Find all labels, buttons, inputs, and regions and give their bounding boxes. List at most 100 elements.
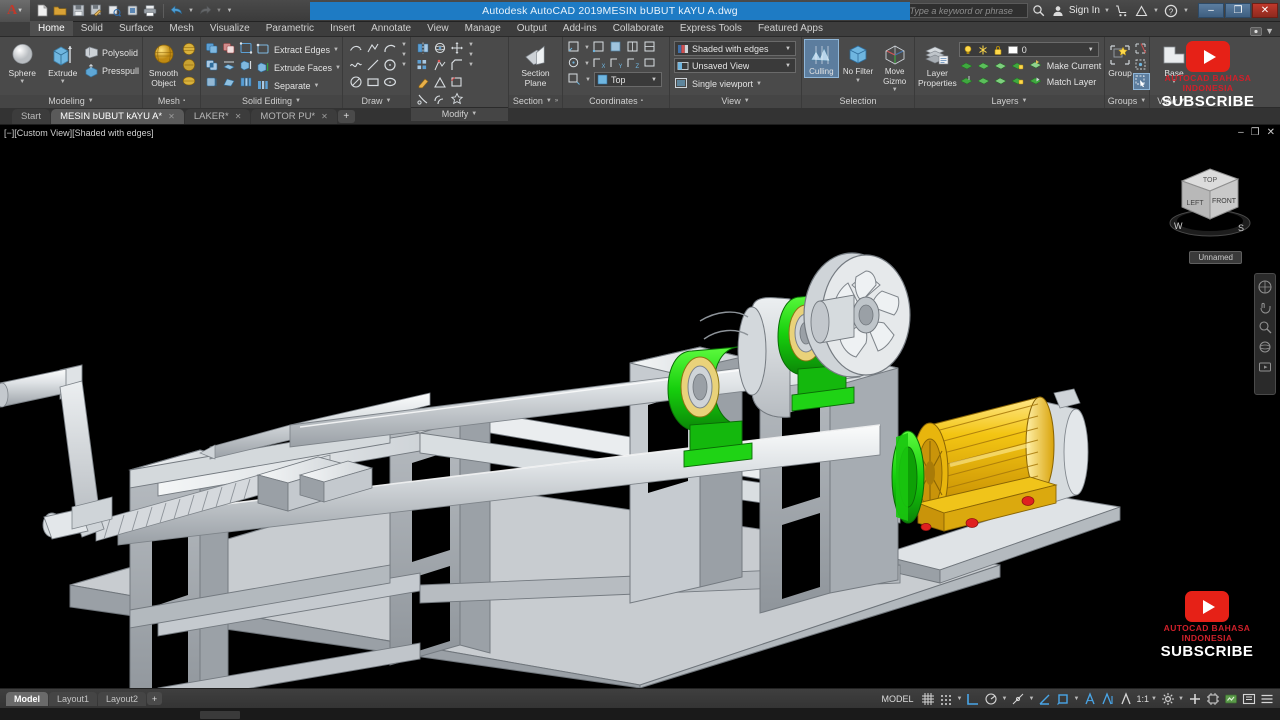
ucs-3point-icon[interactable] xyxy=(592,40,607,55)
layer-delete-icon[interactable] xyxy=(977,74,992,89)
solid-history-icon[interactable] xyxy=(205,75,220,90)
ribbon-tab-solid[interactable]: Solid xyxy=(73,21,111,36)
separate-button[interactable]: Separate ▼ xyxy=(256,77,341,94)
layer-on-icon[interactable] xyxy=(962,44,974,56)
ucs-move-origin-icon[interactable] xyxy=(567,72,582,87)
search-input[interactable]: ▶ Type a keyword or phrase xyxy=(897,3,1028,18)
chevron-down-icon[interactable]: ▼ xyxy=(215,3,223,19)
union-icon[interactable] xyxy=(205,41,220,56)
restore-button[interactable]: ❐ xyxy=(1225,3,1251,18)
account-icon[interactable] xyxy=(1050,3,1066,19)
mesh-smooth-less-icon[interactable] xyxy=(182,58,197,73)
offset-icon[interactable] xyxy=(433,92,448,107)
ribbon-minimize-control[interactable]: ▼ xyxy=(1250,26,1280,36)
make-current-button[interactable]: Make Current xyxy=(1029,58,1101,73)
match-layer-button[interactable]: Match Layer xyxy=(1029,74,1102,89)
extract-edges-button[interactable]: Extract Edges ▼ xyxy=(256,41,341,58)
chevron-down-icon[interactable]: ▼ xyxy=(401,52,407,58)
document-tab-laker[interactable]: LAKER* ✕ xyxy=(184,108,251,124)
open-icon[interactable] xyxy=(52,3,68,19)
close-icon[interactable]: ✕ xyxy=(321,112,328,121)
hardware-acceleration-icon[interactable] xyxy=(1205,691,1221,707)
layer-properties-button[interactable]: Layer Properties xyxy=(918,40,957,88)
ribbon-tab-view[interactable]: View xyxy=(419,21,457,36)
ucs-view-icon[interactable] xyxy=(643,40,658,55)
chevron-down-icon[interactable]: ▼ xyxy=(1028,696,1035,702)
layer-select[interactable]: 0 ▼ xyxy=(958,42,1099,57)
customize-quick-access-icon[interactable]: ▼ xyxy=(225,3,234,19)
layer-freeze-tool-icon[interactable] xyxy=(994,59,1009,74)
autodesk-a360-icon[interactable] xyxy=(1133,3,1149,19)
taskbar-item[interactable] xyxy=(200,711,240,719)
chevron-down-icon[interactable]: ▼ xyxy=(401,42,407,48)
ribbon-tab-parametric[interactable]: Parametric xyxy=(258,21,322,36)
ribbon-tab-output[interactable]: Output xyxy=(509,21,555,36)
ribbon-tab-add-ins[interactable]: Add-ins xyxy=(555,21,605,36)
move-gizmo-button[interactable]: Move Gizmo ▼ xyxy=(878,40,911,93)
smooth-object-button[interactable]: Smooth Object xyxy=(146,40,181,88)
panel-title-mesh[interactable]: Mesh ▪ xyxy=(143,95,200,108)
panel-dialog-launcher-icon[interactable]: ▪ xyxy=(641,95,643,108)
graphics-performance-icon[interactable] xyxy=(1223,691,1239,707)
close-button[interactable]: ✕ xyxy=(1252,3,1278,18)
slice-icon[interactable] xyxy=(222,58,237,73)
layer-change-icon[interactable] xyxy=(994,74,1009,89)
chevron-down-icon[interactable]: ▼ xyxy=(956,696,963,702)
new-layout-button[interactable]: + xyxy=(147,692,163,705)
chevron-down-icon[interactable]: ▼ xyxy=(1182,3,1190,19)
panel-title-coordinates[interactable]: Coordinates ▪ xyxy=(563,95,669,108)
ribbon-tab-insert[interactable]: Insert xyxy=(322,21,363,36)
chevron-down-icon[interactable]: ▼ xyxy=(1151,696,1158,702)
layout-tab-layout2[interactable]: Layout2 xyxy=(98,691,147,706)
ribbon-tab-featured-apps[interactable]: Featured Apps xyxy=(750,21,831,36)
rectangle-icon[interactable] xyxy=(366,75,381,90)
polyline-icon[interactable] xyxy=(349,41,364,56)
viewcube-named-view[interactable]: Unnamed xyxy=(1189,251,1242,264)
layer-isolate-icon[interactable] xyxy=(960,59,975,74)
orbit-icon[interactable] xyxy=(1258,340,1272,354)
ribbon-tab-mesh[interactable]: Mesh xyxy=(161,21,201,36)
chevron-down-icon[interactable]: ▼ xyxy=(585,77,591,83)
sphere-button[interactable]: Sphere ▼ xyxy=(3,40,41,85)
3d-array-icon[interactable] xyxy=(416,58,431,73)
plot-device-icon[interactable] xyxy=(124,3,140,19)
showmotion-icon[interactable] xyxy=(1258,360,1272,374)
3d-move-icon[interactable] xyxy=(450,41,465,56)
chevron-down-icon[interactable]: ▼ xyxy=(1152,3,1160,19)
ucs-icon[interactable] xyxy=(1055,691,1071,707)
intersect-icon[interactable] xyxy=(205,58,220,73)
layer-lock-icon[interactable] xyxy=(992,44,1004,56)
chevron-down-icon[interactable]: ▼ xyxy=(756,81,762,87)
panel-title-section[interactable]: Section ▼ » xyxy=(509,95,562,108)
ucs-z-axis-icon[interactable]: Z xyxy=(626,56,641,71)
ribbon-tab-annotate[interactable]: Annotate xyxy=(363,21,419,36)
search-icon[interactable] xyxy=(1031,3,1047,19)
redo-icon[interactable] xyxy=(197,3,213,19)
extract-edges-icon[interactable] xyxy=(239,41,254,56)
section-plane-button[interactable]: Section Plane xyxy=(515,40,557,88)
annotation-scale-icon[interactable] xyxy=(1118,691,1134,707)
ucs-y-axis-icon[interactable]: Y xyxy=(609,56,624,71)
mesh-refine-icon[interactable] xyxy=(182,74,197,89)
ucs-x-axis-icon[interactable]: X xyxy=(592,56,607,71)
layer-lock-tool-icon[interactable] xyxy=(1011,59,1026,74)
ribbon-tab-home[interactable]: Home xyxy=(30,21,73,36)
region-icon[interactable] xyxy=(349,75,364,90)
panel-title-selection[interactable]: Selection xyxy=(802,95,914,108)
chevron-down-icon[interactable]: ▼ xyxy=(19,79,25,85)
culling-button[interactable]: Culling xyxy=(804,39,839,78)
chevron-down-icon[interactable]: ▼ xyxy=(1073,696,1080,702)
layer-lock-state-icon[interactable] xyxy=(1011,74,1026,89)
ucs-object-icon[interactable] xyxy=(626,40,641,55)
3d-rotate-icon[interactable] xyxy=(433,41,448,56)
chevron-down-icon[interactable]: ▼ xyxy=(335,65,341,71)
visual-style-select[interactable]: Shaded with edges ▼ xyxy=(674,41,796,56)
new-icon[interactable] xyxy=(34,3,50,19)
chevron-down-icon[interactable]: ▼ xyxy=(855,78,861,84)
chevron-down-icon[interactable]: ▼ xyxy=(468,62,474,68)
application-menu-button[interactable]: A ▼ xyxy=(0,0,30,22)
spline-icon[interactable] xyxy=(349,58,364,73)
ortho-mode-icon[interactable] xyxy=(965,691,981,707)
new-document-tab-button[interactable]: + xyxy=(337,109,355,123)
snap-mode-icon[interactable] xyxy=(938,691,954,707)
